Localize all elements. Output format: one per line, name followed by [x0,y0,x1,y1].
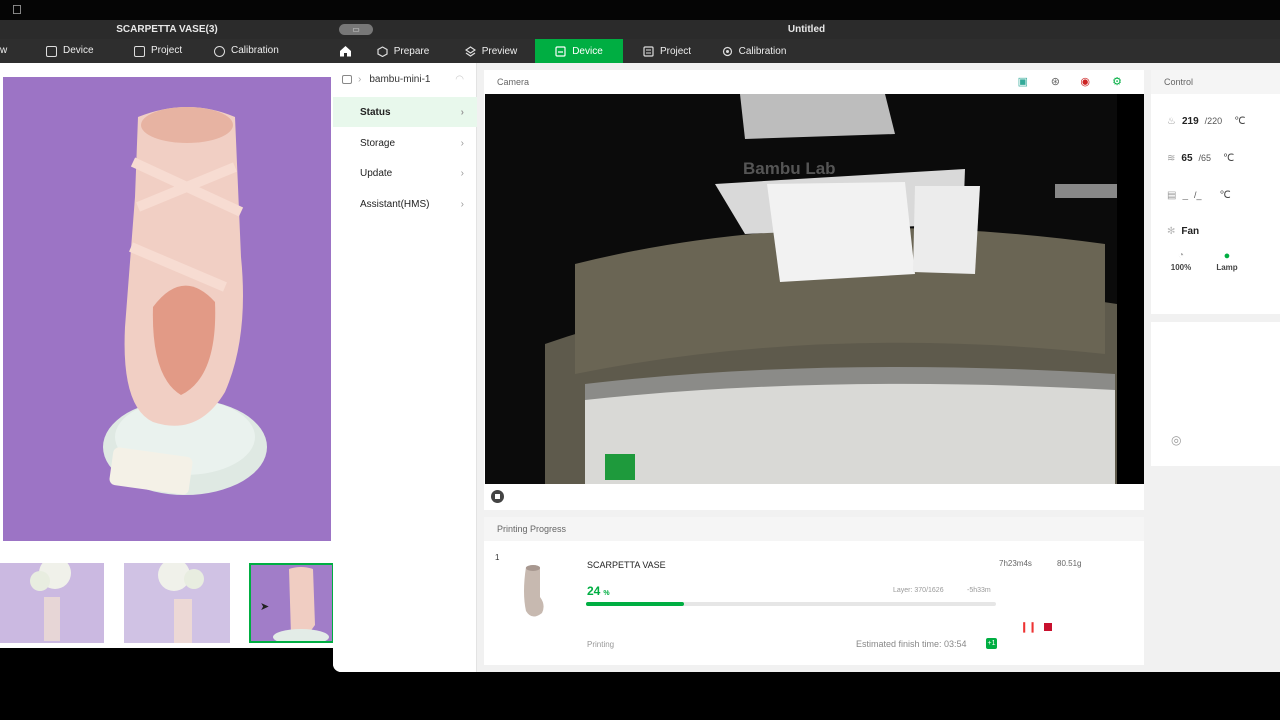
estimated-finish: Estimated finish time: 03:54 [856,639,967,649]
camera-panel: Camera ▣ ⊛ ◉ ⚙ Bambu Lab [484,70,1144,510]
chevron-right-icon: › [460,106,464,118]
device-name: bambu-mini-1 [369,73,431,85]
back-window: SCARPETTA VASE(3) w Device Project Calib… [0,20,334,648]
device-icon [555,45,566,57]
camera-title: Camera [497,77,530,87]
project-icon [134,45,145,57]
device-icon [46,45,57,57]
gallery-thumb-2[interactable] [124,563,230,643]
stop-stream-icon[interactable] [491,490,504,503]
nav-device[interactable]: Device [46,39,94,63]
job-name: SCARPETTA VASE [587,560,666,570]
tab-device[interactable]: Device [535,39,623,63]
progress-bar-fill [586,602,685,606]
home-button[interactable] [333,39,357,63]
calibration-icon [722,46,732,56]
sidebar-item-update[interactable]: Update › [333,158,477,188]
model-thumbnail [516,563,552,619]
device-selector[interactable]: › bambu-mini-1 ◠ [333,63,477,95]
menu-bar:  [0,0,1280,20]
window-switch-pill[interactable]: ▭ [339,24,373,35]
day-badge: +1 [986,638,997,649]
pause-button[interactable]: ❙❙ [1020,622,1037,633]
window-title: Untitled [333,20,1280,39]
stop-button[interactable] [1044,623,1052,631]
control-header: Control [1151,70,1280,94]
device-sidebar: › bambu-mini-1 ◠ Status › Storage › Update… [333,63,477,672]
lamp-icon: ● [1223,250,1231,262]
filament-weight: 80.51g [1057,559,1082,568]
calibration-icon [214,45,225,57]
model-photo[interactable] [3,77,331,541]
sidebar-item-storage[interactable]: Storage › [333,128,477,158]
lamp-toggle[interactable]: ● Lamp [1211,250,1243,272]
tab-project[interactable]: Project [639,39,695,63]
progress-header: Printing Progress [484,517,1144,541]
chamber-temp[interactable]: ▤ _/_ ℃ [1167,188,1231,202]
heatbed-icon: ≋ [1167,152,1176,164]
time-remaining: 7h23m4s [999,559,1032,568]
camera-footer [484,484,1144,510]
webcam-icon[interactable]: ◉ [1080,70,1090,94]
cube-icon [377,45,388,57]
fan-icon: ✻ [1167,225,1176,237]
bed-temp[interactable]: ≋ 65/65 ℃ [1167,151,1234,165]
chevron-right-icon: › [460,198,464,210]
progress-bar-track [586,602,996,606]
main-nav-bar: Prepare Preview Device Project Calibrati… [333,39,1280,63]
nozzle-icon: ♨ [1167,115,1176,127]
chamber-icon: ▤ [1167,189,1177,201]
chevron-right-icon: › [460,167,464,179]
project-icon [643,45,654,57]
timelapse-icon[interactable]: ▣ [1018,70,1028,94]
extruder-icon[interactable]: ◎ [1171,433,1181,447]
camera-header: Camera ▣ ⊛ ◉ ⚙ [484,70,1144,94]
time-delta: -5h33m [967,587,991,594]
home-icon [339,46,351,57]
nozzle-temp[interactable]: ♨ 219/220 ℃ [1167,114,1245,128]
speedometer-icon: ◔ [1177,250,1185,261]
nav-preview-partial[interactable]: w [0,39,7,63]
recording-icon[interactable]: ⊛ [1051,70,1060,94]
nav-calibration[interactable]: Calibration [214,39,279,63]
mouse-cursor-icon: ➤ [260,601,270,613]
chevron-right-icon: › [460,137,464,149]
printing-progress-panel: Printing Progress 1 SCARPETTA VASE 7h23m… [484,517,1144,665]
control-panel: Control ♨ 219/220 ℃ ≋ 65/65 ℃ ▤ _/_ ℃ ✻ Fan… [1151,70,1280,466]
layer-info: Layer: 370/1626 [893,587,944,594]
brand-label: Bambu Lab [743,159,836,178]
speed-control[interactable]: ◔ 100% [1167,250,1195,272]
chevron-right-icon: › [358,73,362,85]
tab-prepare[interactable]: Prepare [375,39,431,63]
nav-project[interactable]: Project [134,39,182,63]
window-title: SCARPETTA VASE(3) [0,20,334,39]
printer-icon [342,74,352,84]
panel-divider [1151,314,1280,322]
wifi-icon: ◠ [455,73,464,85]
front-window: Untitled ▭ Prepare Preview Device Projec… [333,20,1280,672]
tab-calibration[interactable]: Calibration [719,39,789,63]
plate-number: 1 [495,553,500,562]
sidebar-item-assistant[interactable]: Assistant(HMS) › [333,189,477,219]
apple-icon[interactable]:  [12,2,22,17]
camera-feed[interactable]: Bambu Lab [485,94,1144,484]
sidebar-item-status[interactable]: Status › [333,97,477,127]
layers-icon [464,45,476,57]
fan-control[interactable]: ✻ Fan [1167,224,1199,238]
tab-preview[interactable]: Preview [463,39,519,63]
settings-icon[interactable]: ⚙ [1112,70,1122,94]
gallery-thumb-1[interactable] [0,563,104,643]
back-nav-bar: w Device Project Calibration [0,39,334,63]
print-status: Printing [587,640,615,649]
progress-percent: 24% [587,584,610,598]
